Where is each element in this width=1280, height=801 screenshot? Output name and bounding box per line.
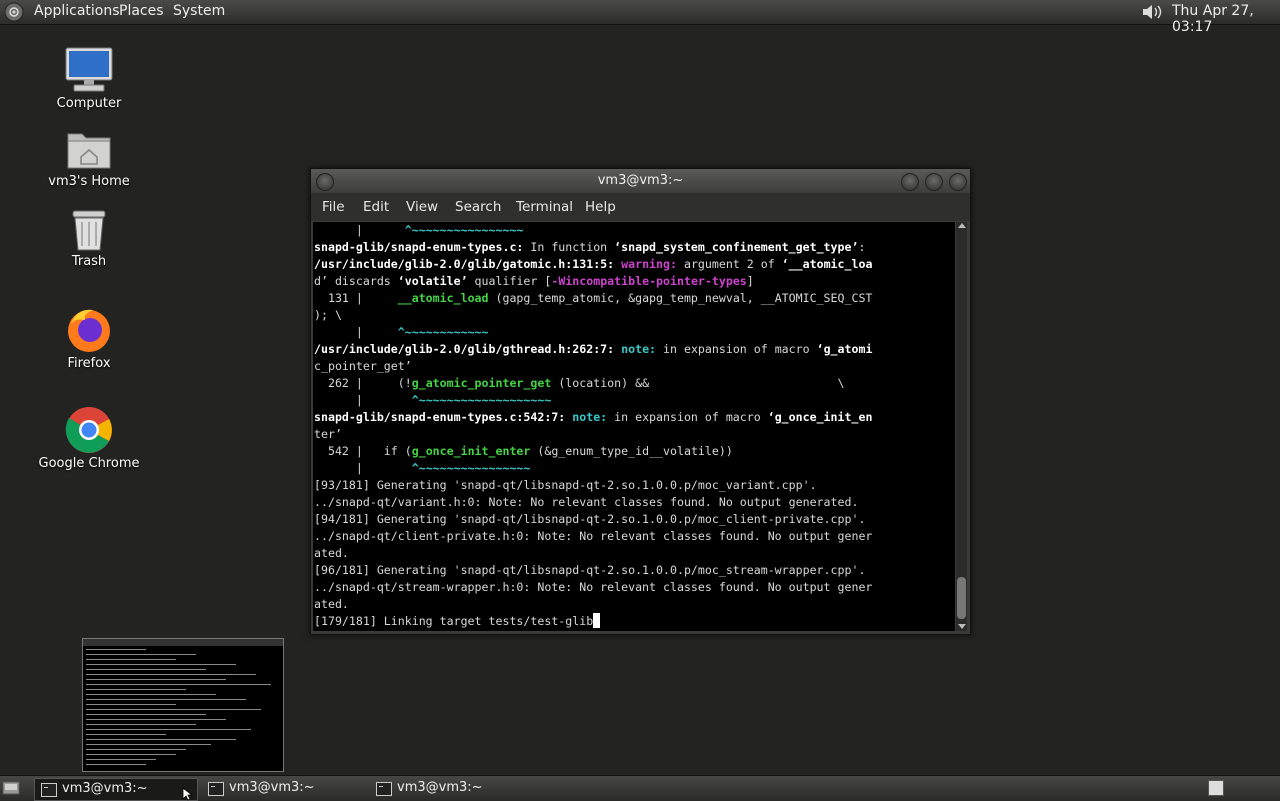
desktop-icon-computer[interactable]: Computer bbox=[34, 46, 144, 111]
thumbnail-text-line bbox=[86, 744, 211, 745]
scroll-down-icon[interactable] bbox=[958, 624, 966, 629]
trash-icon bbox=[72, 210, 106, 251]
thumbnail-text-line bbox=[86, 734, 166, 735]
scrollbar-thumb[interactable] bbox=[957, 577, 966, 619]
thumbnail-text-line bbox=[86, 694, 216, 695]
firefox-icon bbox=[68, 309, 110, 352]
thumbnail-text-line bbox=[86, 724, 196, 725]
menu-edit[interactable]: Edit bbox=[363, 199, 389, 215]
menu-help[interactable]: Help bbox=[585, 199, 616, 215]
desktop-icon-label: Computer bbox=[56, 96, 122, 111]
show-desktop-icon[interactable] bbox=[2, 780, 20, 796]
thumbnail-text-line bbox=[86, 699, 246, 700]
volume-icon[interactable] bbox=[1140, 2, 1164, 22]
thumbnail-text-line bbox=[86, 749, 186, 750]
thumbnail-text-line bbox=[86, 719, 226, 720]
places-menu[interactable]: Places bbox=[119, 3, 164, 19]
terminal-icon bbox=[41, 783, 57, 797]
thumbnail-text-line bbox=[86, 764, 146, 765]
terminal-menubar: File Edit View Search Terminal Help bbox=[311, 193, 970, 221]
thumbnail-text-line bbox=[86, 679, 226, 680]
terminal-text: | ^~~~~~~~~~~~~~~~~ snapd-glib/snapd-enu… bbox=[314, 223, 873, 628]
thumbnail-text-line bbox=[86, 729, 251, 730]
thumbnail-text-line bbox=[86, 689, 186, 690]
thumbnail-text-line bbox=[86, 704, 176, 705]
mouse-pointer-icon bbox=[182, 787, 194, 801]
desktop-icon-label: Firefox bbox=[67, 356, 111, 371]
close-button[interactable] bbox=[949, 173, 967, 191]
terminal-icon bbox=[376, 782, 392, 796]
taskbar-label: vm3@vm3:~ bbox=[229, 780, 315, 795]
thumbnail-text-line bbox=[86, 714, 206, 715]
menu-search[interactable]: Search bbox=[455, 199, 501, 215]
window-title: vm3@vm3:~ bbox=[597, 173, 684, 188]
terminal-scrollbar[interactable] bbox=[956, 222, 967, 631]
distro-logo-icon[interactable] bbox=[4, 2, 24, 22]
desktop-icon-chrome[interactable]: Google Chrome bbox=[34, 406, 144, 471]
desktop-icon-label: Trash bbox=[71, 254, 107, 269]
terminal-output[interactable]: | ^~~~~~~~~~~~~~~~~ snapd-glib/snapd-enu… bbox=[313, 222, 955, 631]
desktop-icon-firefox[interactable]: Firefox bbox=[34, 306, 144, 371]
thumbnail-text-line bbox=[86, 754, 176, 755]
thumbnail-text-line bbox=[86, 739, 236, 740]
thumbnail-text-line bbox=[86, 674, 256, 675]
desktop-icon-home[interactable]: vm3's Home bbox=[34, 128, 144, 189]
top-panel: Applications Places System Thu Apr 27, 0… bbox=[0, 0, 1280, 35]
home-folder-icon bbox=[67, 133, 111, 169]
menu-file[interactable]: File bbox=[322, 199, 345, 215]
taskbar-button-1[interactable]: vm3@vm3:~ bbox=[34, 778, 198, 801]
taskbar-label: vm3@vm3:~ bbox=[62, 781, 148, 796]
taskbar-label: vm3@vm3:~ bbox=[397, 780, 483, 795]
terminal-icon bbox=[208, 782, 224, 796]
desktop-icon-trash[interactable]: Trash bbox=[34, 208, 144, 269]
thumbnail-text-line bbox=[86, 669, 206, 670]
desktop-icon-label: vm3's Home bbox=[48, 174, 130, 189]
maximize-button[interactable] bbox=[925, 173, 943, 191]
terminal-window[interactable]: vm3@vm3:~ File Edit View Search Terminal… bbox=[310, 168, 971, 635]
clock[interactable]: Thu Apr 27, 03:17 bbox=[1172, 3, 1280, 35]
thumbnail-menubar bbox=[83, 639, 283, 646]
minimize-button[interactable] bbox=[901, 173, 919, 191]
window-preview-thumbnail[interactable] bbox=[82, 638, 284, 772]
taskbar-button-3[interactable]: vm3@vm3:~ bbox=[370, 778, 532, 799]
terminal-cursor bbox=[593, 613, 601, 628]
thumbnail-text-line bbox=[86, 664, 236, 665]
system-menu[interactable]: System bbox=[173, 3, 225, 19]
chrome-icon bbox=[65, 407, 112, 453]
thumbnail-text-line bbox=[86, 709, 261, 710]
thumbnail-text-line bbox=[86, 659, 176, 660]
thumbnail-text-line bbox=[86, 654, 196, 655]
thumbnail-text-line bbox=[86, 759, 156, 760]
scroll-up-icon[interactable] bbox=[958, 223, 966, 228]
desktop-icon-label: Google Chrome bbox=[38, 456, 140, 471]
menu-view[interactable]: View bbox=[406, 199, 438, 215]
thumbnail-text-line bbox=[86, 649, 146, 650]
workspace-switcher[interactable] bbox=[1208, 780, 1224, 796]
thumbnail-text-line bbox=[86, 684, 271, 685]
applications-menu[interactable]: Applications bbox=[34, 3, 120, 19]
computer-icon bbox=[65, 47, 113, 92]
menu-terminal[interactable]: Terminal bbox=[516, 199, 573, 215]
taskbar-button-2[interactable]: vm3@vm3:~ bbox=[202, 778, 364, 799]
window-titlebar[interactable]: vm3@vm3:~ bbox=[311, 169, 970, 193]
